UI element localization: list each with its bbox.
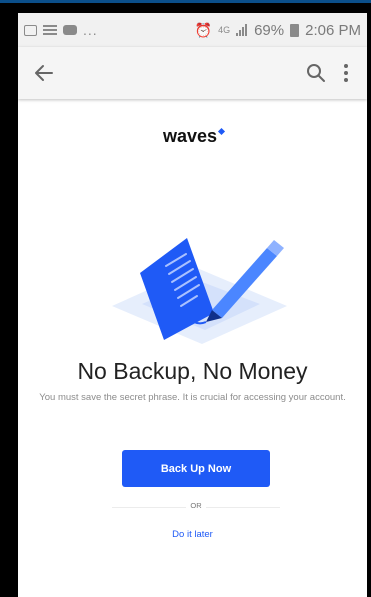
status-left: ... xyxy=(18,22,98,38)
status-right: ⏰ 4G 69% 2:06 PM xyxy=(195,22,367,39)
signal-icon xyxy=(236,24,248,36)
battery-icon xyxy=(290,23,300,37)
do-it-later-link[interactable]: Do it later xyxy=(18,529,367,540)
back-up-now-button[interactable]: Back Up Now xyxy=(122,450,270,487)
alarm-icon: ⏰ xyxy=(194,21,213,38)
logo-diamond-icon xyxy=(217,127,226,136)
document-pen-illustration xyxy=(112,238,287,344)
or-label: OR xyxy=(186,501,206,510)
gallery-icon xyxy=(24,24,37,36)
status-bar: ... ⏰ 4G 69% 2:06 PM xyxy=(18,13,367,47)
device-frame: ... ⏰ 4G 69% 2:06 PM waves No Backup, No… xyxy=(0,0,371,597)
phone-screen: ... ⏰ 4G 69% 2:06 PM waves No Backup, No… xyxy=(18,13,367,597)
app-bar xyxy=(18,47,367,99)
search-icon[interactable] xyxy=(304,61,328,85)
logo-text: waves xyxy=(162,126,218,146)
top-accent-strip xyxy=(0,0,371,3)
more-vertical-icon[interactable] xyxy=(340,61,352,85)
video-icon xyxy=(63,25,77,35)
or-divider: OR xyxy=(112,501,280,513)
network-type: 4G xyxy=(218,25,231,35)
list-icon xyxy=(43,24,57,36)
waves-logo: waves xyxy=(18,126,367,147)
back-arrow-icon[interactable] xyxy=(32,61,56,85)
description-text: You must save the secret phrase. It is c… xyxy=(39,392,346,403)
status-ellipsis: ... xyxy=(83,22,98,38)
battery-percent: 69% xyxy=(254,21,285,39)
status-time: 2:06 PM xyxy=(305,21,361,39)
page-title: No Backup, No Money xyxy=(77,358,308,384)
